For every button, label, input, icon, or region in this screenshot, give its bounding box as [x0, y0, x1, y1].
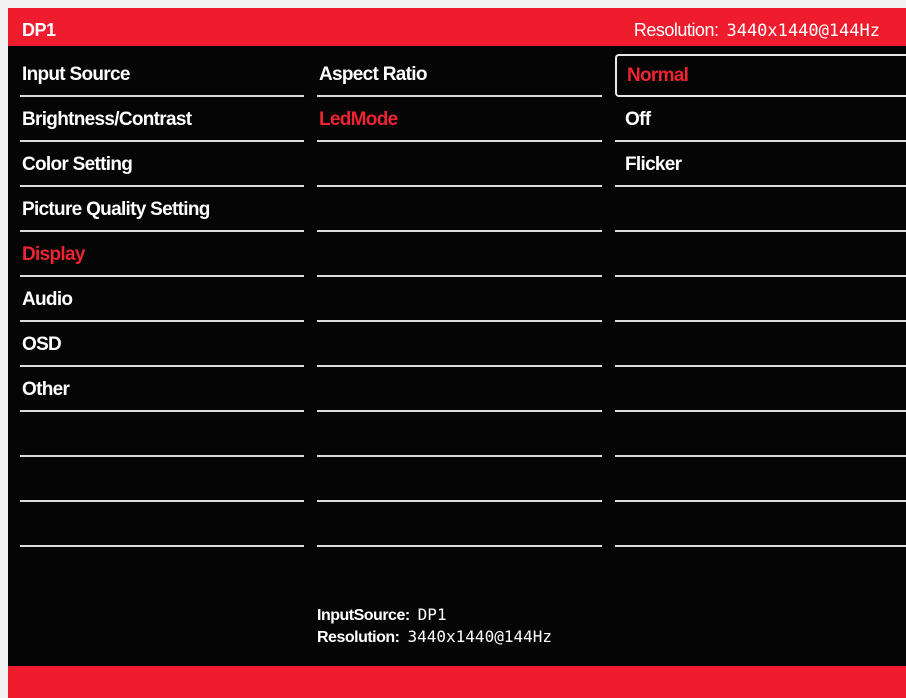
submenu-item-empty-row — [317, 232, 602, 277]
header-input-source: DP1 — [22, 20, 56, 40]
menu-item-label: OSD — [22, 334, 62, 355]
info-input-source: InputSource: DP1 — [317, 604, 552, 626]
submenu-item-empty-row — [317, 412, 602, 457]
submenu-item-empty-row — [317, 322, 602, 367]
option-item-empty-row — [615, 187, 906, 232]
menu-item-picture-quality-setting[interactable]: Picture Quality Setting — [20, 187, 304, 232]
main-menu: Input Source Brightness/Contrast Color Set… — [20, 52, 304, 547]
menu-item-label: Audio — [22, 289, 73, 310]
submenu-item-empty-row — [317, 502, 602, 547]
info-input-source-label: InputSource: — [317, 607, 410, 624]
footer-bar — [8, 666, 906, 698]
menu-item-label: Input Source — [22, 64, 130, 85]
option-item-empty-row — [615, 367, 906, 412]
submenu-item-empty-row — [317, 277, 602, 322]
signal-info: InputSource: DP1 Resolution: 3440x1440@144… — [317, 604, 552, 648]
menu-item-label: Display — [22, 244, 85, 265]
option-item-normal[interactable]: Normal — [615, 54, 906, 97]
menu-item-label: Color Setting — [22, 154, 133, 175]
menu-item-color-setting[interactable]: Color Setting — [20, 142, 304, 187]
info-input-source-value: DP1 — [417, 605, 447, 624]
header-resolution-label: Resolution: — [633, 20, 719, 40]
submenu-item-empty-row — [317, 187, 602, 232]
header-resolution: Resolution: 3440x1440@144Hz — [634, 20, 880, 41]
option-item-label: Flicker — [625, 154, 682, 175]
option-item-empty-row — [615, 232, 906, 277]
submenu: Aspect Ratio LedMode — [317, 52, 602, 547]
submenu-item-empty-row — [317, 457, 602, 502]
menu-item-label: Other — [22, 379, 70, 400]
info-resolution-label: Resolution: — [317, 629, 400, 646]
menu-item-label: Brightness/Contrast — [22, 109, 192, 130]
header-bar: DP1 Resolution: 3440x1440@144Hz — [8, 8, 906, 46]
menu-item-empty-row — [20, 457, 304, 502]
info-resolution: Resolution: 3440x1440@144Hz — [317, 626, 552, 648]
option-item-off[interactable]: Off — [615, 97, 906, 142]
option-item-empty-row — [615, 412, 906, 457]
option-item-empty-row — [615, 277, 906, 322]
osd-menu: DP1 Resolution: 3440x1440@144Hz Input Sou… — [8, 8, 906, 698]
menu-item-osd[interactable]: OSD — [20, 322, 304, 367]
option-item-label: Normal — [627, 65, 689, 86]
menu-item-empty-row — [20, 412, 304, 457]
option-item-flicker[interactable]: Flicker — [615, 142, 906, 187]
submenu-item-empty-row — [317, 367, 602, 412]
menu-item-input-source[interactable]: Input Source — [20, 52, 304, 97]
menu-item-empty-row — [20, 502, 304, 547]
submenu-item-aspect-ratio[interactable]: Aspect Ratio — [317, 52, 602, 97]
options-menu: Normal Off Flicker — [615, 52, 906, 547]
menu-item-label: Picture Quality Setting — [22, 199, 210, 220]
menu-item-brightness-contrast[interactable]: Brightness/Contrast — [20, 97, 304, 142]
menu-item-display[interactable]: Display — [20, 232, 304, 277]
info-resolution-value: 3440x1440@144Hz — [407, 627, 553, 646]
header-resolution-value: 3440x1440@144Hz — [726, 21, 880, 41]
menu-item-other[interactable]: Other — [20, 367, 304, 412]
submenu-item-ledmode[interactable]: LedMode — [317, 97, 602, 142]
submenu-item-empty-row — [317, 142, 602, 187]
option-item-label: Off — [625, 109, 651, 130]
option-item-empty-row — [615, 322, 906, 367]
submenu-item-label: Aspect Ratio — [319, 64, 427, 85]
submenu-item-label: LedMode — [319, 109, 398, 130]
option-item-empty-row — [615, 457, 906, 502]
menu-item-audio[interactable]: Audio — [20, 277, 304, 322]
option-item-empty-row — [615, 502, 906, 547]
